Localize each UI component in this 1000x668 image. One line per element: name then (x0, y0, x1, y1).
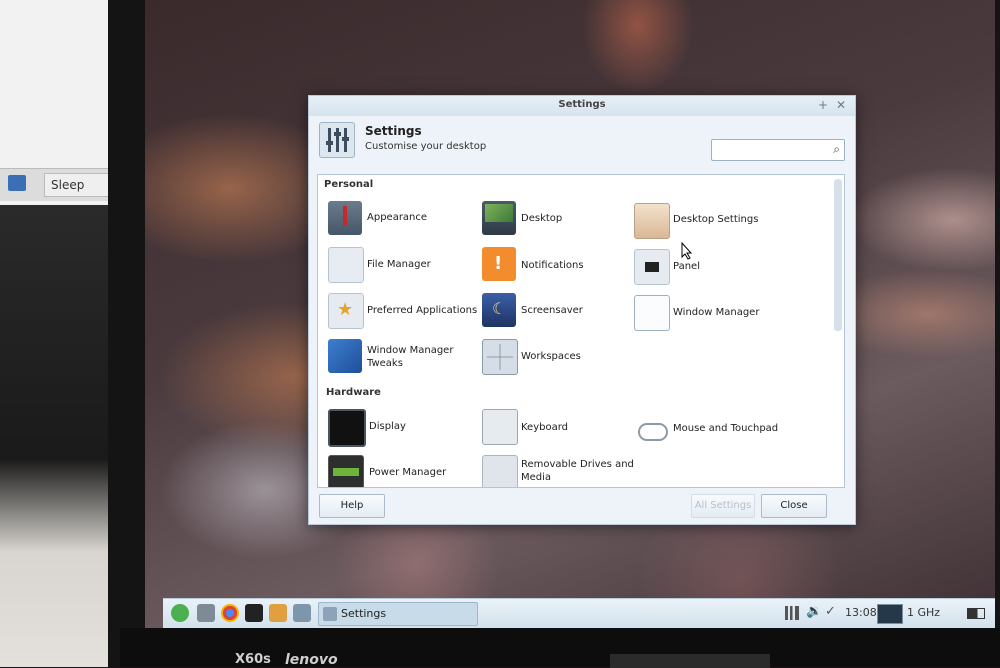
item-label: Mouse and Touchpad (673, 423, 779, 434)
notifications-icon (482, 247, 516, 281)
category-personal: Personal (324, 179, 374, 190)
display-icon (328, 409, 366, 447)
terminal-icon[interactable] (245, 604, 263, 622)
settings-sliders-icon (319, 122, 355, 158)
search-icon[interactable]: ⌕ (833, 142, 840, 157)
desktop-settings-icon (634, 203, 670, 239)
window-manager-tweaks-icon (328, 339, 362, 373)
workspaces-icon (482, 339, 518, 375)
laptop-nameplate (610, 654, 770, 668)
settings-task-icon (323, 607, 337, 621)
clock[interactable]: 13:08 (845, 606, 877, 619)
pin-icon[interactable]: + (816, 98, 830, 112)
task-label: Settings (341, 607, 387, 620)
cpu-frequency[interactable]: 1 GHz (907, 606, 940, 619)
item-label: Keyboard (521, 422, 569, 433)
item-label: Desktop Settings (673, 214, 759, 225)
search-input[interactable]: ⌕ (711, 139, 845, 161)
taskbar: Settings 🔉 ✓ 13:08 1 GHz (163, 598, 995, 628)
left-monitor-tab: Sleep (44, 173, 118, 197)
star-icon (328, 293, 364, 329)
item-label: Window Manager (673, 307, 760, 318)
show-desktop-icon[interactable] (293, 604, 311, 622)
settings-list-panel: Personal Appearance Desktop Desktop Sett… (317, 174, 845, 488)
scrollbar[interactable] (834, 179, 842, 331)
all-settings-button[interactable]: All Settings (691, 494, 755, 518)
taskbar-task-settings[interactable]: Settings (318, 602, 478, 626)
item-label: Appearance (367, 212, 428, 223)
item-label-line1: Window Manager (367, 345, 454, 356)
laptop-model-label: X60s (235, 652, 271, 667)
item-label-line2: Tweaks (367, 358, 403, 369)
item-label: Preferred Applications (367, 305, 478, 316)
window-manager-icon (634, 295, 670, 331)
item-label: Notifications (521, 260, 584, 271)
mouse-cursor-icon (681, 242, 693, 260)
chrome-icon[interactable] (221, 604, 239, 622)
shield-icon[interactable]: ✓ (825, 604, 836, 619)
item-label: Desktop (521, 213, 563, 224)
close-icon[interactable]: ✕ (834, 98, 848, 112)
panel-icon (634, 249, 670, 285)
item-label-line1: Removable Drives and (521, 459, 634, 470)
close-button[interactable]: Close (761, 494, 827, 518)
header-subtitle: Customise your desktop (365, 141, 487, 152)
item-label: File Manager (367, 259, 431, 270)
left-monitor-app-icon (8, 175, 26, 191)
help-button[interactable]: Help (319, 494, 385, 518)
battery-status-icon[interactable] (967, 608, 985, 619)
file-manager-icon (328, 247, 364, 283)
app-menu-icon[interactable] (171, 604, 189, 622)
desk-surface (0, 205, 125, 667)
settings-window: Settings + ✕ Settings Customise your des… (308, 95, 856, 525)
mouse-icon (634, 411, 668, 445)
laptop-brand-logo: lenovo (285, 652, 338, 668)
item-label: Panel (673, 261, 700, 272)
header-title: Settings (365, 124, 422, 138)
item-label: Display (369, 421, 406, 432)
screensaver-icon (482, 293, 516, 327)
battery-icon (328, 455, 364, 487)
desktop-screen: Settings + ✕ Settings Customise your des… (145, 0, 995, 628)
keyboard-icon (482, 409, 518, 445)
apps-grid-icon[interactable] (197, 604, 215, 622)
category-hardware: Hardware (326, 387, 381, 398)
item-label-line2: Media (521, 472, 552, 483)
network-signal-icon[interactable] (785, 606, 799, 620)
item-label: Workspaces (521, 351, 581, 362)
item-label: Screensaver (521, 305, 583, 316)
left-monitor-taskbar: Sleep (0, 168, 118, 201)
laptop-bezel-bottom: X60s lenovo (120, 628, 1000, 668)
desktop-icon (482, 201, 516, 235)
removable-drive-icon (482, 455, 518, 487)
window-title: Settings (558, 99, 606, 110)
item-label: Power Manager (369, 467, 447, 478)
volume-icon[interactable]: 🔉 (806, 604, 822, 619)
window-titlebar[interactable]: Settings + ✕ (309, 96, 855, 116)
cpu-graph[interactable] (877, 604, 903, 624)
clapperboard-icon[interactable] (269, 604, 287, 622)
appearance-icon (328, 201, 362, 235)
